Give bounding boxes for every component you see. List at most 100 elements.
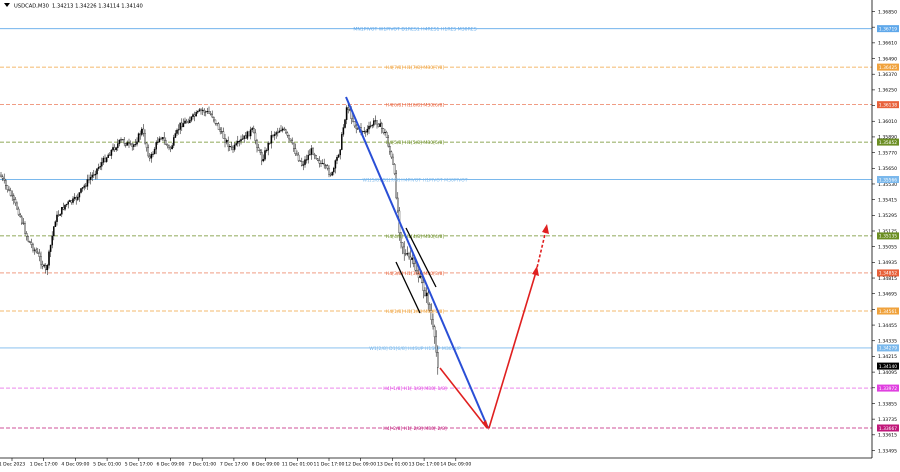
candle: [110, 149, 113, 160]
candle: [281, 126, 284, 133]
candle: [30, 238, 33, 249]
candle: [411, 254, 413, 265]
candle: [280, 125, 282, 132]
forecast-target-line[interactable]: [535, 229, 547, 273]
forecast-down-line[interactable]: [439, 367, 488, 429]
candle: [317, 158, 319, 162]
candle: [126, 140, 129, 146]
candle: [291, 137, 293, 145]
candle: [272, 134, 274, 138]
candle: [305, 154, 308, 164]
candle: [325, 163, 327, 170]
level-price-text: 1.33972: [879, 386, 897, 392]
candle: [206, 107, 209, 115]
candle: [105, 156, 108, 163]
candle: [264, 146, 266, 161]
candle: [102, 156, 105, 165]
time-tick-label: 13 Dec 17:00: [409, 462, 440, 468]
candle: [37, 247, 39, 254]
candle: [149, 153, 151, 162]
candle: [222, 127, 225, 139]
channel-line-left[interactable]: [395, 261, 421, 314]
candle: [385, 130, 388, 138]
candle: [16, 201, 18, 210]
candle: [0, 171, 2, 178]
time-tick-label: 11 Dec 01:00: [282, 462, 313, 468]
candle: [19, 212, 21, 218]
chart-header: USDCAD,M30 1.34213 1.34226 1.34114 1.341…: [4, 3, 143, 10]
candle: [376, 120, 378, 129]
time-tick-label: 11 Dec 17:00: [314, 462, 345, 468]
candle: [249, 126, 252, 140]
candle: [405, 249, 407, 257]
candle: [269, 142, 271, 145]
candle: [205, 110, 207, 117]
candle: [41, 260, 44, 270]
candle: [329, 172, 332, 177]
collapse-triangle-icon[interactable]: [4, 3, 10, 7]
ohlc-quote: 1.34213 1.34226 1.34114 1.34140: [52, 4, 143, 10]
candle: [139, 130, 141, 140]
candle: [3, 173, 5, 184]
candle: [112, 143, 114, 152]
candle: [129, 140, 132, 146]
candle: [432, 313, 434, 330]
price-chart[interactable]: MN1PIVOT W1PIVOT D1RES1 H4RES1 H1RES M30…: [0, 0, 900, 468]
candle: [294, 143, 297, 157]
candle: [174, 130, 177, 139]
candle: [21, 214, 23, 225]
candle: [158, 136, 161, 143]
price-tick-label: 1.34935: [878, 260, 897, 266]
candle: [265, 148, 268, 153]
candle: [331, 171, 333, 177]
candle: [225, 138, 228, 145]
candle: [368, 121, 370, 135]
candle: [262, 154, 265, 163]
candle: [334, 159, 337, 174]
candle: [195, 110, 197, 117]
candle: [113, 144, 116, 152]
candle: [270, 130, 273, 149]
level-labels: MN1PIVOT W1PIVOT D1RES1 H4RES1 H1RES M30…: [353, 27, 476, 432]
candle: [355, 124, 357, 134]
candle: [51, 231, 53, 249]
candle: [293, 142, 295, 152]
candle: [93, 169, 95, 178]
candles: [0, 103, 439, 375]
candle: [176, 128, 178, 136]
candle: [233, 142, 236, 152]
candle: [409, 249, 412, 268]
blue-trend-line[interactable]: [345, 96, 489, 429]
price-tick-label: 1.33495: [878, 448, 897, 454]
level-price-text: 1.36138: [879, 102, 897, 108]
candle: [422, 278, 425, 299]
candle: [184, 117, 186, 124]
price-tick-label: 1.36490: [878, 56, 897, 62]
price-tick-label: 1.36610: [878, 41, 897, 47]
candle: [115, 146, 117, 152]
candle: [1, 174, 4, 182]
candle: [181, 118, 183, 131]
price-tick-label: 1.36250: [878, 88, 897, 94]
candle: [54, 220, 57, 227]
candle: [192, 113, 194, 120]
candle: [48, 249, 50, 269]
price-tick-label: 1.34095: [878, 370, 897, 376]
candle: [243, 135, 245, 143]
candle: [251, 126, 253, 133]
candle: [121, 139, 124, 141]
candle: [278, 127, 281, 133]
time-axis: 1 Dec 2023 1 Dec 17:00 4 Dec 09:00 5 Dec 01…: [0, 458, 471, 468]
candle: [109, 152, 111, 156]
candle: [366, 125, 369, 136]
candle: [393, 163, 396, 176]
candle: [379, 119, 381, 127]
candle: [125, 142, 127, 148]
trend-drawings: [345, 96, 549, 430]
forecast-up-line[interactable]: [488, 271, 537, 429]
candle: [94, 170, 97, 180]
candle: [229, 144, 231, 152]
candle: [197, 110, 199, 114]
chart-area[interactable]: MN1PIVOT W1PIVOT D1RES1 H4RES1 H1RES M30…: [0, 0, 900, 468]
candle: [256, 138, 258, 153]
